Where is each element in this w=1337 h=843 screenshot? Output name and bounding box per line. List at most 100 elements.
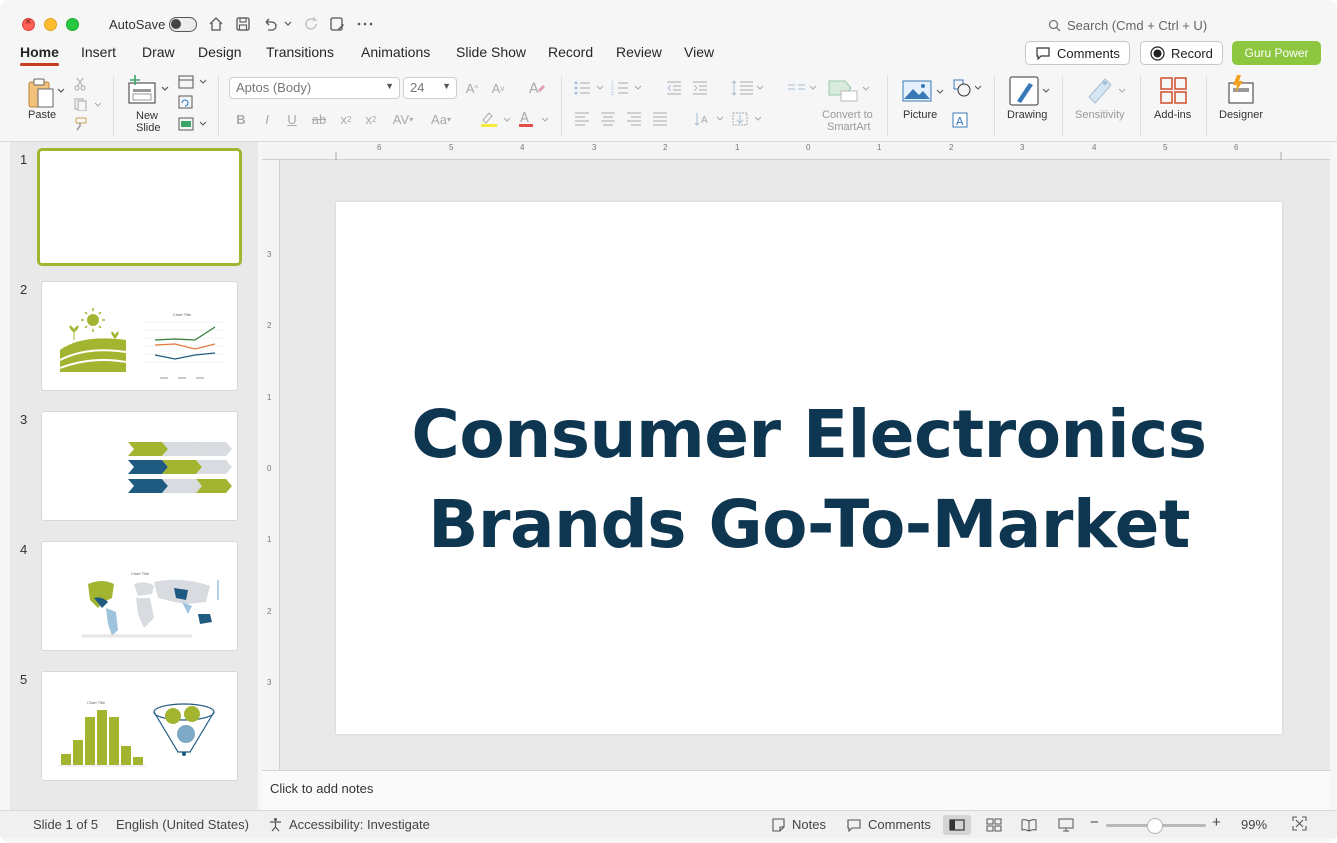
columns-icon[interactable]: [785, 79, 819, 97]
picture-label: Picture: [903, 109, 938, 121]
superscript-icon[interactable]: x2: [338, 110, 354, 128]
slide-editor[interactable]: 6 5 4 3 2 1 0 1 2 3 4 5 6 3 2 1 0 1 2 3 …: [262, 142, 1330, 770]
slide-thumbnail-2[interactable]: Chart Title: [41, 281, 238, 391]
slide-thumbnail-5[interactable]: Chart Title: [41, 671, 238, 781]
record-button[interactable]: Record: [1140, 41, 1223, 65]
subscript-icon[interactable]: x2: [363, 110, 379, 128]
svg-text:A: A: [956, 115, 964, 128]
slide-thumbnail-3[interactable]: [41, 411, 238, 521]
strikethrough-icon[interactable]: ab: [309, 110, 329, 128]
accessibility-status[interactable]: Accessibility: Investigate: [268, 817, 430, 832]
slide-thumbnail-4[interactable]: Chart Title: [41, 541, 238, 651]
change-case-icon[interactable]: Aa ▾: [425, 110, 457, 128]
zoom-level[interactable]: 99%: [1241, 817, 1267, 832]
tab-animations[interactable]: Animations: [361, 44, 430, 60]
justify-icon[interactable]: [650, 110, 670, 128]
cut-icon[interactable]: [72, 76, 88, 92]
ruler-number: 3: [267, 678, 272, 687]
text-box-icon[interactable]: A: [950, 110, 970, 130]
save-as-icon[interactable]: [328, 15, 346, 33]
align-right-icon[interactable]: [624, 110, 644, 128]
add-ins-icon[interactable]: [1158, 76, 1190, 106]
search-box[interactable]: Search (Cmd + Ctrl + U): [1048, 18, 1207, 33]
numbering-icon[interactable]: 123: [610, 79, 644, 97]
language-status[interactable]: English (United States): [116, 817, 249, 832]
align-left-icon[interactable]: [572, 110, 592, 128]
home-icon[interactable]: [207, 15, 225, 33]
guru-power-button[interactable]: Guru Power: [1232, 41, 1321, 65]
italic-icon[interactable]: I: [259, 110, 275, 128]
tab-insert[interactable]: Insert: [81, 44, 116, 60]
tab-slide-show[interactable]: Slide Show: [456, 44, 526, 60]
line-spacing-icon[interactable]: [730, 79, 766, 97]
underline-icon[interactable]: U: [284, 110, 300, 128]
font-name-select[interactable]: Aptos (Body) ▼: [229, 77, 400, 99]
notes-pane[interactable]: Click to add notes: [262, 770, 1330, 810]
slide-thumbnail-1[interactable]: [37, 148, 242, 266]
clear-formatting-icon[interactable]: A: [527, 79, 547, 97]
convert-to-smartart-icon[interactable]: [826, 76, 872, 104]
copy-icon[interactable]: [72, 96, 102, 112]
slide-show-view-button[interactable]: [1052, 815, 1080, 835]
ruler-number: 4: [1092, 143, 1097, 152]
slide-title[interactable]: Consumer Electronics Brands Go-To-Market: [336, 390, 1282, 570]
comments-button[interactable]: Comments: [1025, 41, 1130, 65]
bullets-icon[interactable]: [572, 79, 606, 97]
fit-to-window-button[interactable]: [1292, 816, 1307, 831]
paste-dropdown-chevron-icon[interactable]: [56, 86, 66, 96]
shapes-icon[interactable]: [950, 78, 984, 98]
slide-canvas[interactable]: Consumer Electronics Brands Go-To-Market: [336, 202, 1282, 734]
tab-record[interactable]: Record: [548, 44, 593, 60]
format-painter-icon[interactable]: [72, 116, 88, 132]
zoom-out-button[interactable]: −: [1090, 814, 1099, 831]
paste-icon[interactable]: [24, 76, 58, 110]
layout-icon[interactable]: [176, 74, 208, 90]
notes-toggle[interactable]: Notes: [771, 817, 826, 832]
close-window-button[interactable]: [22, 16, 35, 31]
minimize-window-button[interactable]: [44, 18, 57, 31]
redo-icon[interactable]: [302, 15, 320, 33]
undo-icon[interactable]: [261, 15, 279, 33]
highlight-color-icon[interactable]: [478, 110, 512, 128]
font-color-icon[interactable]: A: [516, 110, 550, 128]
character-spacing-icon[interactable]: AV ▾: [387, 110, 419, 128]
increase-font-size-icon[interactable]: A ^: [463, 79, 481, 97]
align-text-icon[interactable]: [730, 110, 766, 128]
font-size-select[interactable]: 24 ▼: [403, 77, 457, 99]
sensitivity-icon[interactable]: [1084, 74, 1128, 106]
zoom-slider-handle[interactable]: [1147, 818, 1163, 834]
picture-icon[interactable]: [900, 76, 946, 106]
search-icon: [1048, 19, 1061, 32]
vertical-ruler: 3 2 1 0 1 2 3: [262, 160, 280, 770]
save-icon[interactable]: [234, 15, 252, 33]
undo-dropdown-chevron-icon[interactable]: [282, 15, 294, 33]
bold-icon[interactable]: B: [233, 110, 249, 128]
text-direction-icon[interactable]: A: [692, 110, 726, 128]
maximize-window-button[interactable]: [66, 18, 79, 31]
slide-thumbnails-panel[interactable]: 1 2 Chart Title 3 4 Chart Title 5 Chart …: [10, 142, 258, 810]
tab-transitions[interactable]: Transitions: [266, 44, 334, 60]
tab-draw[interactable]: Draw: [142, 44, 175, 60]
increase-indent-icon[interactable]: [691, 79, 709, 97]
tab-home[interactable]: Home: [20, 44, 59, 66]
ribbon-home: Paste New Slide Aptos (Body) ▼ 24 ▼ A ^ …: [0, 70, 1337, 142]
designer-icon[interactable]: [1224, 74, 1258, 106]
more-options-icon[interactable]: [356, 15, 374, 33]
section-icon[interactable]: [176, 116, 208, 132]
drawing-icon[interactable]: [1006, 74, 1052, 108]
tab-review[interactable]: Review: [616, 44, 662, 60]
decrease-font-size-icon[interactable]: Av: [489, 79, 507, 97]
comments-toggle[interactable]: Comments: [846, 817, 931, 832]
autosave-toggle[interactable]: [169, 17, 197, 32]
new-slide-dropdown-chevron-icon[interactable]: [160, 84, 170, 94]
reading-view-button[interactable]: [1015, 815, 1043, 835]
tab-design[interactable]: Design: [198, 44, 242, 60]
tab-view[interactable]: View: [684, 44, 714, 60]
new-slide-icon[interactable]: [126, 74, 158, 106]
normal-view-button[interactable]: [943, 815, 971, 835]
slide-sorter-view-button[interactable]: [980, 815, 1008, 835]
align-center-icon[interactable]: [598, 110, 618, 128]
reset-slide-icon[interactable]: [176, 94, 194, 110]
decrease-indent-icon[interactable]: [665, 79, 683, 97]
zoom-in-button[interactable]: +: [1212, 814, 1221, 831]
